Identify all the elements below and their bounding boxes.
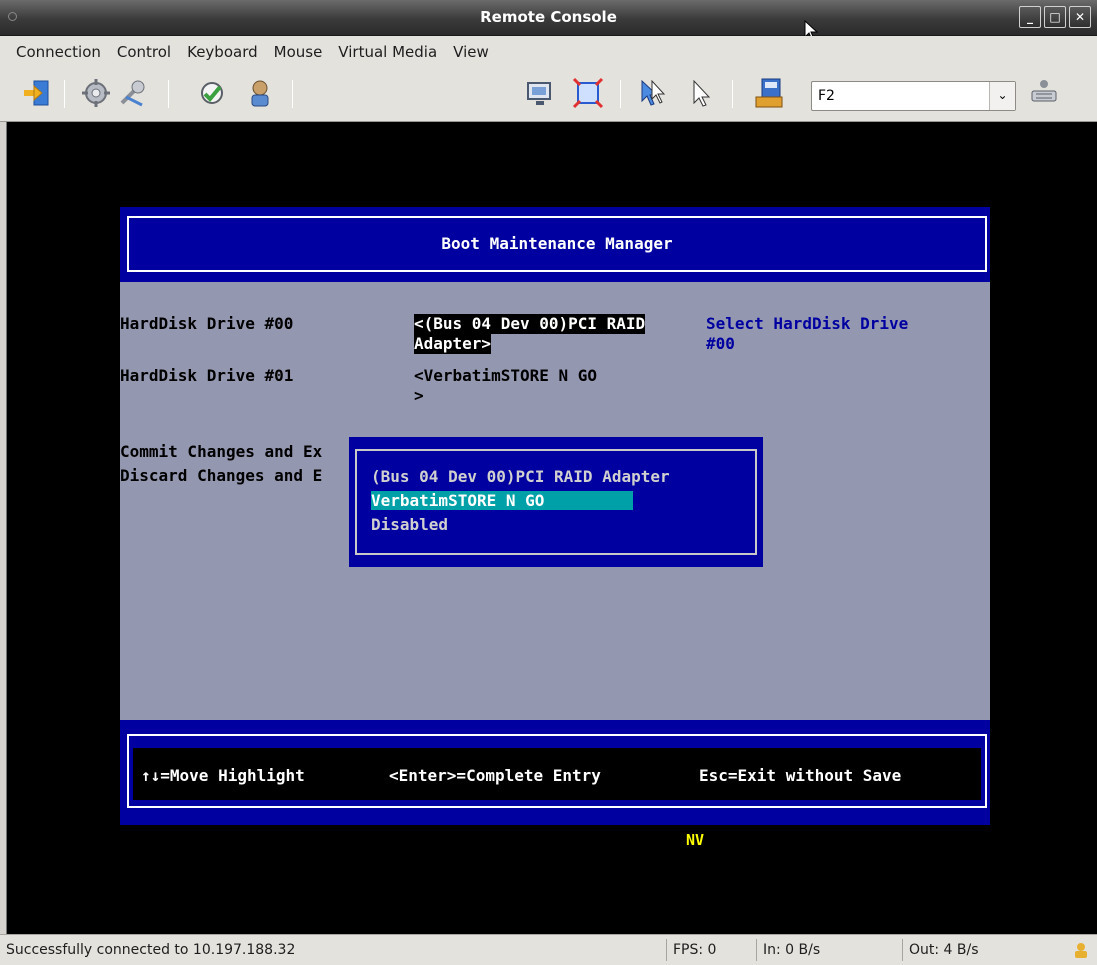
tools-icon[interactable] [116, 77, 148, 109]
help-text-line1: Select HardDisk Drive [706, 314, 909, 333]
menu-control[interactable]: Control [109, 43, 179, 61]
in-rate: In: 0 B/s [756, 939, 820, 961]
key-combo-select[interactable]: F2 ⌄ [811, 81, 1016, 111]
fullscreen-icon[interactable] [572, 77, 604, 109]
harddisk-00-value-line2[interactable]: Adapter> [414, 334, 492, 354]
maximize-button[interactable]: □ [1044, 6, 1066, 28]
screenshot-icon[interactable] [524, 77, 556, 109]
bios-header: Boot Maintenance Manager [127, 216, 987, 272]
key-combo-value: F2 [818, 88, 835, 104]
commit-changes-item[interactable]: Commit Changes and Ex [120, 442, 322, 462]
popup-option-pci-raid[interactable]: (Bus 04 Dev 00)PCI RAID Adapter [371, 467, 670, 486]
nv-indicator: NV [686, 831, 705, 849]
window-title: Remote Console [480, 8, 617, 26]
title-bar: Remote Console _ □ ✕ [0, 0, 1097, 41]
bios-title: Boot Maintenance Manager [441, 234, 673, 253]
footer-move-hint: ↑↓=Move Highlight [141, 766, 305, 785]
popup-option-disabled[interactable]: Disabled [371, 515, 448, 534]
menu-virtual-media[interactable]: Virtual Media [330, 43, 445, 61]
exit-icon[interactable] [20, 77, 52, 109]
status-bar: Successfully connected to 10.197.188.32 … [0, 934, 1097, 965]
connection-status: Successfully connected to 10.197.188.32 [6, 942, 296, 958]
chevron-down-icon[interactable]: ⌄ [989, 82, 1015, 110]
menu-view[interactable]: View [445, 43, 497, 61]
footer-enter-hint: <Enter>=Complete Entry [389, 766, 601, 785]
discard-changes-item[interactable]: Discard Changes and E [120, 466, 322, 486]
harddisk-00-label[interactable]: HardDisk Drive #00 [120, 314, 293, 334]
minimize-button[interactable]: _ [1019, 6, 1041, 28]
harddisk-01-value-line1[interactable]: <VerbatimSTORE N GO [414, 366, 597, 386]
bios-footer-bar: ↑↓=Move Highlight <Enter>=Complete Entry… [133, 748, 981, 800]
boot-option-popup: (Bus 04 Dev 00)PCI RAID Adapter Verbatim… [349, 437, 763, 567]
popup-border: (Bus 04 Dev 00)PCI RAID Adapter Verbatim… [355, 449, 757, 555]
harddisk-00-value-line1[interactable]: <(Bus 04 Dev 00)PCI RAID [414, 314, 646, 334]
harddisk-01-value-line2[interactable]: > [414, 386, 424, 406]
menu-keyboard[interactable]: Keyboard [179, 43, 266, 61]
bios-footer: ↑↓=Move Highlight <Enter>=Complete Entry… [127, 734, 987, 808]
menu-connection[interactable]: Connection [8, 43, 109, 61]
fps-counter: FPS: 0 [666, 939, 716, 961]
pointer-sync-icon[interactable] [636, 77, 668, 109]
popup-option-verbatim[interactable]: VerbatimSTORE N GO [371, 491, 633, 510]
close-button[interactable]: ✕ [1069, 6, 1091, 28]
pointer-icon[interactable] [684, 77, 716, 109]
footer-esc-hint: Esc=Exit without Save [699, 766, 902, 785]
menu-bar: Connection Control Keyboard Mouse Virtua… [0, 36, 1097, 68]
keyboard-macro-icon[interactable] [754, 77, 786, 109]
help-text-line2: #00 [706, 334, 735, 353]
menu-mouse[interactable]: Mouse [266, 43, 331, 61]
toolbar: F2 ⌄ [0, 68, 1097, 122]
out-rate: Out: 4 B/s [902, 939, 979, 961]
harddisk-01-label[interactable]: HardDisk Drive #01 [120, 366, 293, 386]
user-icon[interactable] [244, 77, 276, 109]
user-status-icon [1075, 943, 1087, 958]
send-keys-icon[interactable] [1028, 77, 1060, 109]
sync-icon[interactable] [196, 77, 228, 109]
settings-icon[interactable] [80, 77, 112, 109]
